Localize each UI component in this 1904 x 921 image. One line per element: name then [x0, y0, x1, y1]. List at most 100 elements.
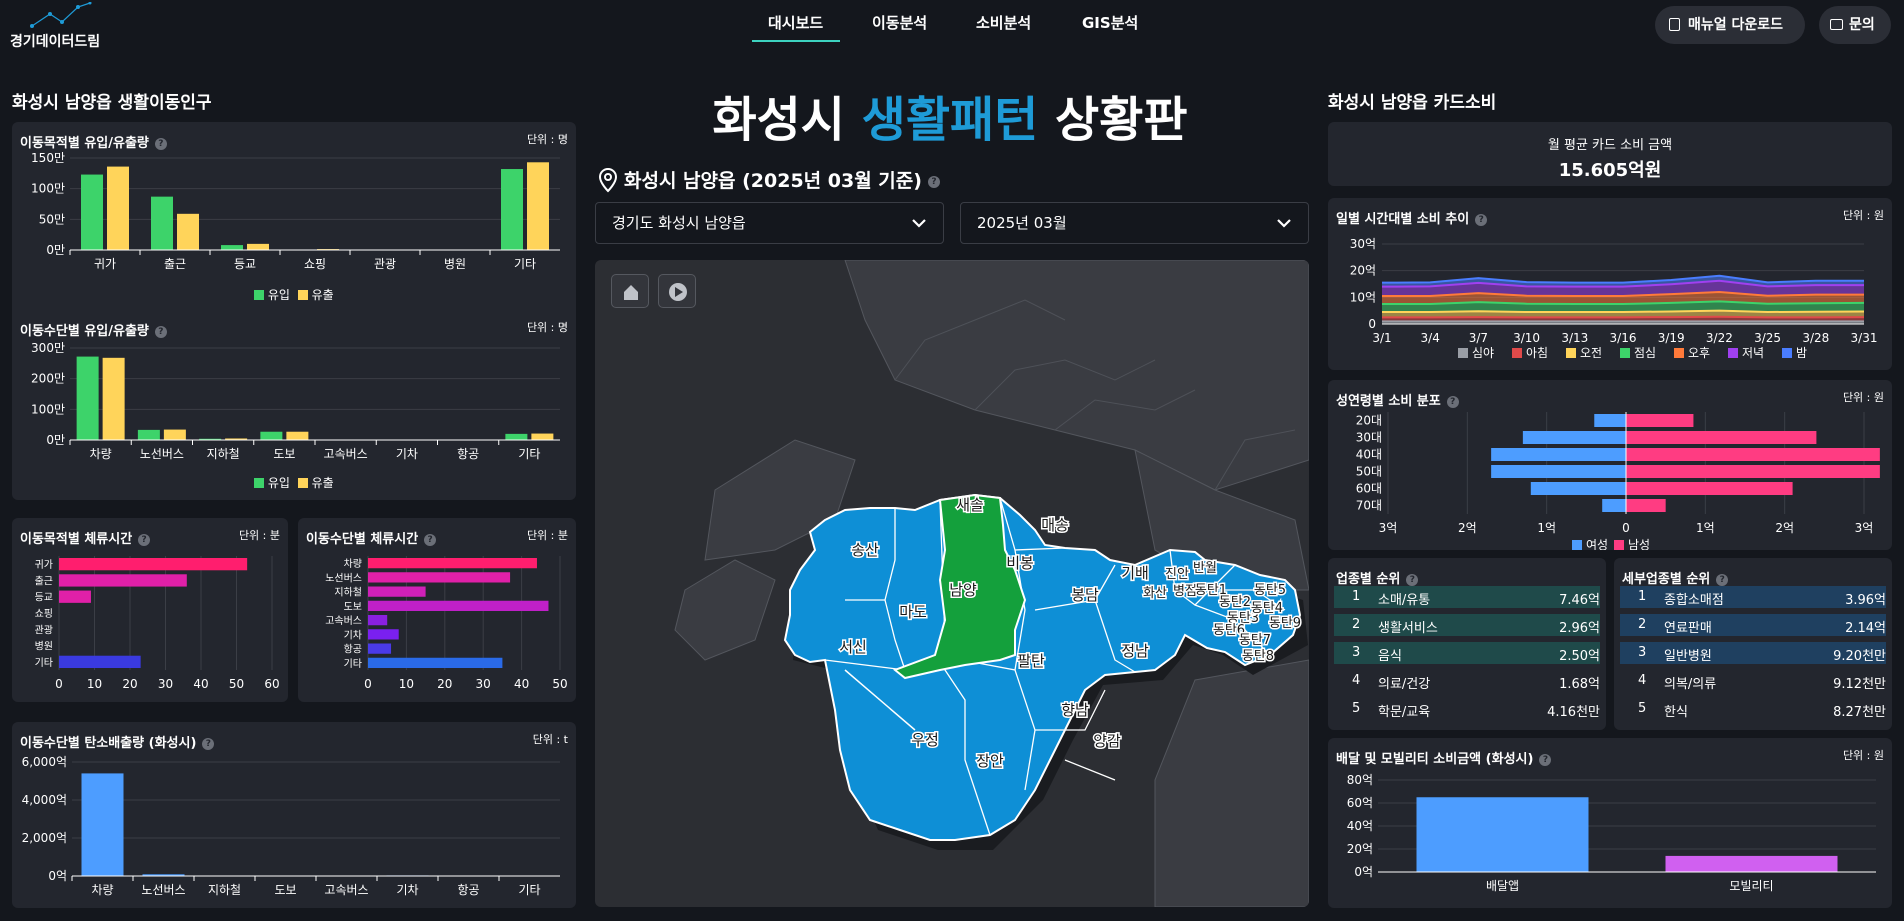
legend-label: 밤 — [1796, 346, 1807, 360]
nav-dashboard[interactable]: 대시보드 — [768, 12, 823, 33]
legend-swatch — [1620, 348, 1630, 358]
x-tick-label: 3/7 — [1469, 331, 1488, 345]
y-tick-label: 기타 — [344, 658, 362, 670]
x-tick-label: 3/19 — [1658, 331, 1685, 345]
bar-female — [1530, 482, 1626, 495]
book-icon — [1669, 18, 1680, 31]
x-tick-label: 도보 — [273, 447, 295, 461]
inquiry-button[interactable]: 문의 — [1819, 6, 1891, 44]
rank-number: 5 — [1352, 701, 1361, 716]
rank-row[interactable]: 3 일반병원 9.20천만 — [1620, 642, 1886, 664]
help-icon[interactable]: ? — [927, 175, 940, 188]
right-section-title: 화성시 남양읍 카드소비 — [1328, 93, 1497, 113]
rank-row[interactable]: 1 종합소매점 3.96억 — [1620, 586, 1886, 608]
rank-row[interactable]: 4 의복/의류 9.12천만 — [1620, 670, 1886, 692]
map-play-button[interactable] — [658, 274, 696, 308]
logo[interactable]: 경기데이터드림 — [10, 2, 100, 50]
rank-row[interactable]: 1 소매/유통 7.46억 — [1334, 586, 1600, 608]
month-select[interactable]: 2025년 03월 — [960, 202, 1309, 244]
rank-number: 5 — [1638, 701, 1647, 716]
purpose-flow-chart: 0만 50만 100만 150만귀가 출근 등교 쇼핑 관광 병원 기타 — [31, 151, 560, 271]
legend-swatch — [1512, 348, 1522, 358]
rank-name: 학문/교육 — [1378, 705, 1431, 720]
rank-row[interactable]: 5 한식 8.27천만 — [1620, 698, 1886, 720]
page-title-part1: 화성시 — [712, 92, 862, 148]
map-panel[interactable]: 새솔 매송 송산 비봉 남양 마도 봉담 기배 진안 병점 반월 화산 동탄1 … — [595, 260, 1309, 907]
nav-gis[interactable]: GIS분석 — [1082, 12, 1138, 33]
rank-number: 1 — [1352, 589, 1361, 604]
legend-label: 점심 — [1634, 346, 1656, 360]
x-tick-label: 병원 — [444, 257, 466, 271]
legend-swatch — [1674, 348, 1684, 358]
rank-number: 3 — [1352, 645, 1361, 660]
stay-purpose-title-text: 이동목적별 체류시간 — [20, 532, 133, 547]
daily-trend-title-text: 일별 시간대별 소비 추이 — [1336, 212, 1470, 227]
bar — [260, 431, 283, 440]
help-icon[interactable]: ? — [424, 533, 437, 546]
map-home-button[interactable] — [611, 274, 649, 308]
home-icon — [624, 285, 638, 300]
x-tick-label: 등교 — [234, 257, 256, 271]
bar — [59, 558, 248, 571]
x-tick-label: 지하철 — [208, 883, 241, 897]
month-select-value: 2025년 03월 — [977, 214, 1067, 232]
x-tick-label: 1억 — [1696, 521, 1715, 535]
rank-row[interactable]: 2 연료판매 2.14억 — [1620, 614, 1886, 636]
y-tick-label: 80억 — [1347, 773, 1373, 787]
x-tick-label: 관광 — [374, 257, 396, 271]
help-icon[interactable]: ? — [1716, 573, 1729, 586]
map-label: 매송 — [1041, 516, 1069, 534]
x-tick-label: 3/28 — [1802, 331, 1829, 345]
x-tick-label: 고속버스 — [324, 447, 368, 461]
rank-row[interactable]: 5 학문/교육 4.16천만 — [1334, 698, 1600, 720]
x-tick-label: 3/25 — [1754, 331, 1781, 345]
y-tick-label: 40억 — [1347, 819, 1373, 833]
location-pin-icon — [598, 167, 618, 193]
help-icon[interactable]: ? — [1406, 573, 1419, 586]
y-tick-label: 50대 — [1356, 465, 1382, 479]
y-tick-label: 10억 — [1350, 290, 1376, 304]
map-label: 새솔 — [956, 496, 984, 514]
purpose-flow-panel: 이동목적별 유입/유출량? 단위 : 명 0만 50만 100만 150만 귀가 출근 등교… — [12, 122, 576, 500]
x-tick-label: 50 — [229, 677, 244, 691]
bar — [151, 196, 173, 250]
rank-row[interactable]: 3 음식 2.50억 — [1334, 642, 1600, 664]
nav-active-indicator — [752, 40, 840, 42]
industry-rank-title: 업종별 순위? — [1336, 568, 1419, 587]
x-tick-label: 노선버스 — [141, 883, 185, 897]
help-icon[interactable]: ? — [1475, 213, 1488, 226]
legend-label: 심야 — [1472, 346, 1494, 360]
rank-row[interactable]: 4 의료/건강 1.68억 — [1334, 670, 1600, 692]
legend-male-label: 남성 — [1628, 538, 1650, 550]
map-label: 진안 — [1165, 567, 1189, 582]
bar — [1665, 855, 1838, 872]
map-label: 동탄2 — [1219, 595, 1251, 610]
help-icon[interactable]: ? — [138, 533, 151, 546]
y-tick-label: 0만 — [46, 243, 65, 257]
delivery-chart: 0억 20억 40억 60억 80억배달앱 모빌리티 — [1347, 773, 1876, 893]
stay-purpose-unit: 단위 : 분 — [238, 529, 280, 542]
nav-movement[interactable]: 이동분석 — [872, 12, 927, 33]
rank-row[interactable]: 2 생활서비스 2.96억 — [1334, 614, 1600, 636]
rank-value: 2.14억 — [1845, 621, 1886, 636]
page-title-highlight: 생활패턴 — [861, 92, 1039, 148]
y-tick-label: 60억 — [1347, 796, 1373, 810]
x-tick-label: 3억 — [1379, 521, 1398, 535]
nav-consumption[interactable]: 소비분석 — [976, 12, 1031, 33]
x-tick-label: 3/13 — [1561, 331, 1588, 345]
x-tick-label: 3/16 — [1610, 331, 1637, 345]
x-tick-label: 차량 — [91, 883, 113, 897]
region-map[interactable]: 새솔 매송 송산 비봉 남양 마도 봉담 기배 진안 병점 반월 화산 동탄1 … — [595, 260, 1309, 907]
x-tick-label: 쇼핑 — [304, 257, 326, 271]
bar-male — [1626, 465, 1880, 478]
x-tick-label: 0 — [364, 677, 372, 691]
region-select[interactable]: 경기도 화성시 남양읍 — [595, 202, 944, 244]
bar — [107, 166, 129, 250]
carbon-unit: 단위 : t — [532, 733, 568, 746]
bar-female — [1594, 414, 1626, 427]
y-tick-label: 40대 — [1356, 448, 1382, 462]
manual-download-button[interactable]: 매뉴얼 다운로드 — [1655, 6, 1805, 44]
map-label: 양감 — [1093, 732, 1121, 750]
bar — [286, 431, 309, 440]
page-title: 화성시 생활패턴 상황판 — [595, 80, 1305, 150]
